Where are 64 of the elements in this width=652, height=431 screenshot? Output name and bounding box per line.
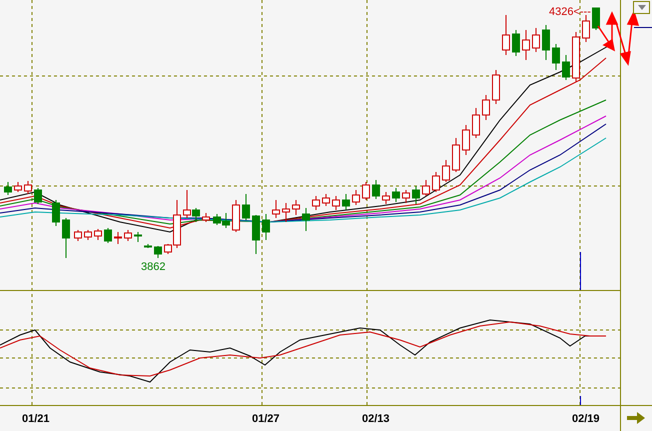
candlestick (522, 30, 530, 60)
candlestick (154, 246, 162, 258)
candlestick (52, 200, 60, 226)
candlestick (582, 14, 590, 42)
date-label: 02/13 (362, 414, 390, 425)
candlestick (14, 182, 22, 192)
candlestick (134, 232, 142, 242)
candlestick (342, 194, 350, 210)
candlestick (312, 196, 320, 210)
low-price-marker: 3862 (141, 262, 166, 273)
candlestick (462, 124, 470, 156)
candlestick (442, 160, 450, 182)
arrow-right-icon (627, 412, 645, 424)
candlestick (24, 180, 32, 194)
candlestick (114, 232, 122, 244)
signal-arrows (597, 10, 640, 66)
candlestick (124, 230, 132, 242)
candlestick (252, 214, 260, 254)
candlestick (94, 228, 102, 240)
candlestick (502, 14, 510, 56)
candlestick (262, 214, 270, 240)
candlestick (532, 28, 540, 52)
candlestick (552, 44, 560, 70)
date-label: 02/19 (572, 414, 600, 425)
candlestick (34, 188, 42, 204)
candlestick (144, 244, 152, 248)
candlestick (4, 182, 12, 196)
candlestick (512, 30, 520, 56)
candlestick (482, 94, 490, 120)
candlestick (202, 212, 210, 222)
candlestick (62, 218, 70, 258)
candlestick (422, 180, 430, 196)
candlestick (242, 194, 250, 220)
candlestick (352, 190, 360, 206)
date-label: 01/27 (252, 414, 280, 425)
candlestick (562, 54, 570, 80)
candlestick (292, 200, 300, 216)
candlestick (302, 208, 310, 232)
candlestick (572, 32, 580, 82)
candlestick (432, 172, 440, 192)
candlestick (322, 194, 330, 206)
candlestick (492, 70, 500, 104)
candlestick (472, 108, 480, 138)
candlestick (282, 202, 290, 222)
high-price-marker: 4326<--- (549, 7, 591, 18)
candlestick (232, 200, 240, 232)
candlestick (272, 200, 280, 218)
candlestick (592, 8, 600, 30)
candlestick (84, 230, 92, 240)
candlestick (452, 138, 460, 172)
candlestick (372, 180, 380, 200)
candlestick (332, 196, 340, 210)
candlestick (402, 190, 410, 204)
date-label: 01/21 (22, 414, 50, 425)
volume-marker (580, 252, 581, 290)
candlestick (542, 24, 550, 60)
candlestick (392, 188, 400, 202)
candlestick (362, 182, 370, 200)
candlestick (74, 230, 82, 242)
candlestick (412, 186, 420, 204)
caret-icon (638, 5, 646, 10)
dropdown-button[interactable] (633, 1, 650, 14)
candlestick (104, 228, 112, 244)
candlestick (382, 192, 390, 204)
